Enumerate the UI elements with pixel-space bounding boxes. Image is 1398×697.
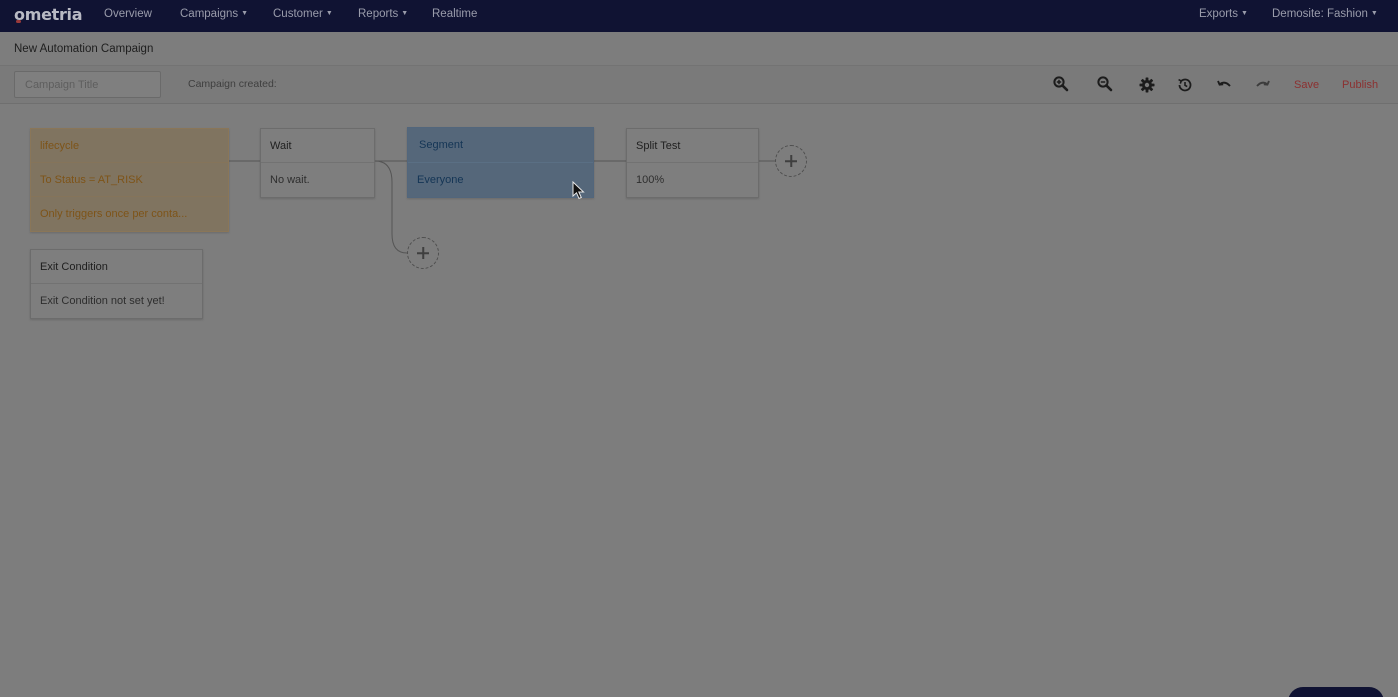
split-test-body: 100% (636, 174, 665, 186)
zoom-out-icon[interactable] (1096, 75, 1114, 93)
logo-accent (16, 20, 21, 23)
ometria-logo[interactable]: ometria (14, 5, 83, 24)
redo-icon[interactable] (1254, 76, 1272, 94)
exit-condition-node[interactable]: Exit Condition Exit Condition not set ye… (30, 249, 203, 319)
segment-node[interactable]: Segment Everyone (407, 127, 594, 198)
caret-down-icon: ▼ (1241, 10, 1248, 17)
top-navbar: ometria Overview Campaigns ▼ Customer ▼ Re… (0, 0, 1398, 32)
split-test-title: Split Test (627, 129, 758, 163)
nav-customer[interactable]: Customer ▼ (273, 8, 333, 20)
caret-down-icon: ▼ (401, 10, 409, 17)
campaign-toolbar: Campaign created: Save Publish (0, 66, 1398, 104)
save-button[interactable]: Save (1294, 79, 1319, 91)
campaign-created-label: Campaign created: (188, 78, 277, 90)
nav-campaigns[interactable]: Campaigns ▼ (180, 8, 248, 20)
automation-canvas[interactable]: lifecycle To Status = AT_RISK Only trigg… (0, 104, 1398, 697)
caret-down-icon: ▼ (1370, 10, 1378, 17)
help-widget-button[interactable] (1288, 687, 1384, 697)
exit-condition-title: Exit Condition (31, 250, 202, 284)
split-test-node[interactable]: Split Test 100% (626, 128, 759, 198)
undo-icon[interactable] (1215, 76, 1233, 94)
zoom-in-icon[interactable] (1052, 75, 1070, 93)
nav-reports[interactable]: Reports ▼ (358, 8, 408, 20)
mouse-cursor-icon (572, 181, 585, 200)
nav-site-selector[interactable]: Demosite: Fashion ▼ (1272, 8, 1378, 20)
page-title: New Automation Campaign (14, 43, 154, 55)
add-branch-button[interactable] (407, 237, 439, 269)
publish-button[interactable]: Publish (1342, 79, 1378, 91)
nav-exports[interactable]: Exports ▼ (1199, 8, 1248, 20)
segment-body: Everyone (417, 174, 464, 186)
campaign-title-input[interactable] (14, 71, 161, 98)
caret-down-icon: ▼ (325, 10, 333, 17)
page-header: New Automation Campaign (0, 32, 1398, 66)
nav-overview[interactable]: Overview (104, 8, 152, 20)
trigger-condition: To Status = AT_RISK (31, 163, 228, 197)
gear-icon[interactable] (1138, 76, 1156, 94)
wait-body: No wait. (270, 174, 310, 186)
nav-realtime[interactable]: Realtime (432, 8, 477, 20)
exit-condition-body: Exit Condition not set yet! (40, 295, 165, 307)
wait-node[interactable]: Wait No wait. (260, 128, 375, 198)
segment-title: Segment (408, 128, 593, 163)
trigger-frequency: Only triggers once per conta... (40, 208, 188, 220)
add-step-button[interactable] (775, 145, 807, 177)
wait-title: Wait (261, 129, 374, 163)
trigger-node[interactable]: lifecycle To Status = AT_RISK Only trigg… (30, 128, 229, 232)
history-icon[interactable] (1176, 76, 1194, 94)
trigger-title: lifecycle (31, 129, 228, 163)
caret-down-icon: ▼ (241, 10, 249, 17)
